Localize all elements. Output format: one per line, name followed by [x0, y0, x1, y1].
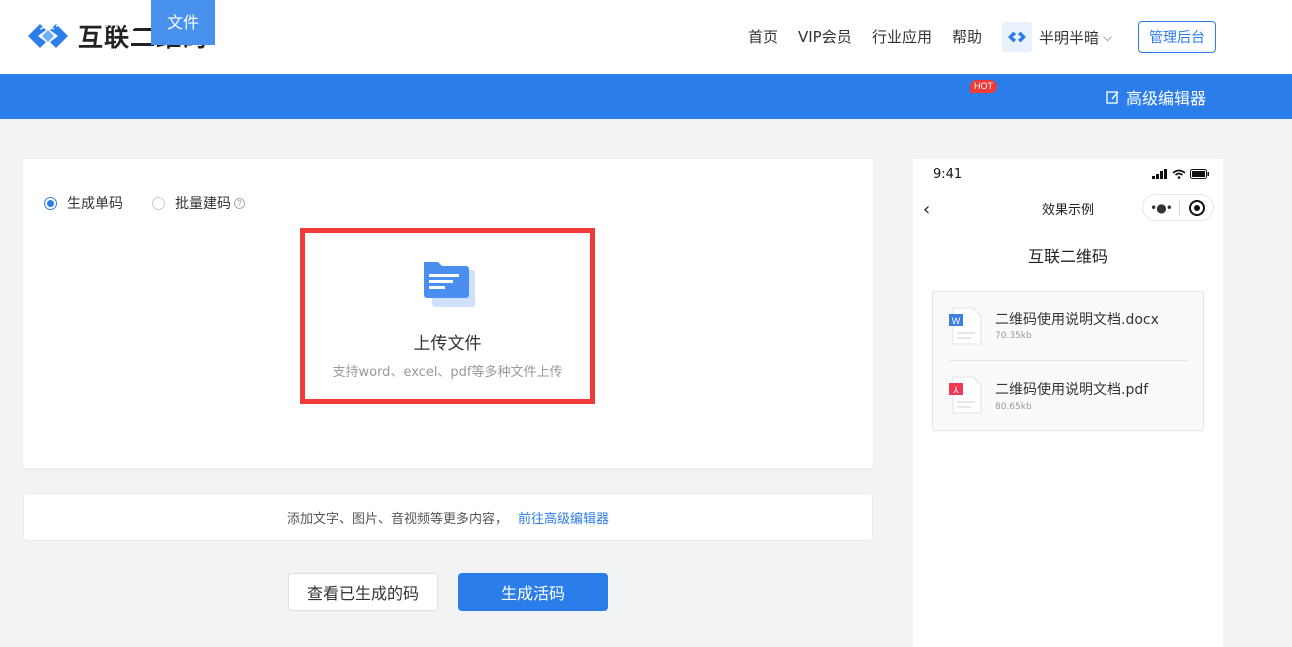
- preview-heading: 互联二维码: [1027, 247, 1108, 266]
- nav-item-media[interactable]: 音视频: [283, 0, 355, 45]
- hot-badge: HOT: [970, 80, 997, 93]
- view-generated-button[interactable]: 查看已生成的码: [288, 573, 438, 611]
- advanced-editor-hint: 添加文字、图片、音视频等更多内容， 前往高级编辑器: [23, 493, 873, 541]
- radio-batch[interactable]: [152, 196, 165, 210]
- close-target-icon[interactable]: [1189, 199, 1205, 216]
- list-item[interactable]: ⅄: [947, 375, 985, 419]
- svg-text:⅄: ⅄: [952, 385, 959, 395]
- upload-subtitle: 支持word、excel、pdf等多种文件上传: [332, 365, 563, 380]
- battery-icon: [1190, 169, 1209, 179]
- user-menu[interactable]: 半明半暗 ⌵: [1002, 22, 1112, 52]
- back-icon[interactable]: ‹: [923, 199, 930, 220]
- radio-single-label[interactable]: 生成单码: [67, 193, 123, 213]
- nav-item-image[interactable]: 图片: [216, 0, 278, 45]
- nav-item-file[interactable]: 文件: [151, 0, 215, 45]
- status-icons: [1152, 169, 1210, 179]
- admin-button[interactable]: 管理后台: [1138, 21, 1216, 53]
- avatar-logo-icon: [1008, 31, 1026, 43]
- chevron-down-icon: ⌵: [1103, 29, 1113, 44]
- hint-link[interactable]: 前往高级编辑器: [518, 508, 609, 527]
- help-icon[interactable]: ?: [234, 197, 245, 209]
- nav-item-map[interactable]: 地图导航: [428, 0, 514, 45]
- hint-text: 添加文字、图片、音视频等更多内容，: [286, 511, 508, 527]
- svg-text:W: W: [952, 316, 961, 326]
- capsule-divider: [1179, 199, 1180, 216]
- file-list: W 二维码使用说明文档.docx 70.35kb ⅄ 二维码使用说明文档.pdf…: [932, 291, 1204, 431]
- file-size: 70.35kb: [995, 331, 1032, 341]
- nav-item-solutions[interactable]: 应用方案: [894, 0, 976, 45]
- radio-batch-label[interactable]: 批量建码: [175, 193, 231, 213]
- folder-file-icon: [424, 262, 475, 307]
- status-time: 9:41: [933, 167, 963, 182]
- file-size: 80.65kb: [995, 402, 1032, 412]
- nav-item-url[interactable]: 网址: [88, 0, 150, 45]
- user-name: 半明半暗: [1039, 28, 1100, 47]
- list-item[interactable]: W: [947, 306, 985, 350]
- wifi-icon: [1172, 169, 1186, 179]
- generate-button[interactable]: 生成活码: [458, 573, 608, 611]
- nav-item-batch[interactable]: 批量生码: [684, 0, 770, 45]
- nav-item-card[interactable]: 名片: [362, 0, 418, 45]
- advanced-editor-label[interactable]: 高级编辑器: [1126, 85, 1206, 109]
- file-upload-area[interactable]: 上传文件 支持word、excel、pdf等多种文件上传: [300, 228, 595, 404]
- advanced-editor-link[interactable]: 高级编辑器: [1106, 74, 1206, 119]
- nav-item-decode[interactable]: 二维码解码: [780, 0, 882, 45]
- upload-title: 上传文件: [413, 334, 482, 354]
- file-divider: [949, 360, 1189, 361]
- radio-single[interactable]: [44, 196, 57, 210]
- nav-item-text[interactable]: 文本: [24, 0, 86, 45]
- phone-preview: 9:41 效果示例 ‹ •●• 互联二维码 W 二维码使用说明文档.docx 7…: [913, 159, 1223, 647]
- nav-item-form[interactable]: 表单: [622, 0, 672, 45]
- file-name: 二维码使用说明文档.docx: [995, 312, 1159, 328]
- miniapp-capsule[interactable]: •●•: [1142, 194, 1214, 221]
- edit-icon: [1106, 90, 1119, 104]
- file-name: 二维码使用说明文档.pdf: [995, 382, 1149, 398]
- mode-selector: 生成单码 批量建码 ?: [44, 193, 245, 213]
- signal-icon: [1152, 169, 1167, 179]
- word-file-icon: W: [949, 307, 982, 345]
- category-navbar: [0, 74, 1292, 119]
- nav-item-wechat[interactable]: 微信活码: [524, 0, 610, 45]
- more-icon[interactable]: •●•: [1143, 201, 1179, 215]
- avatar: [1002, 22, 1032, 52]
- pdf-file-icon: ⅄: [949, 376, 982, 414]
